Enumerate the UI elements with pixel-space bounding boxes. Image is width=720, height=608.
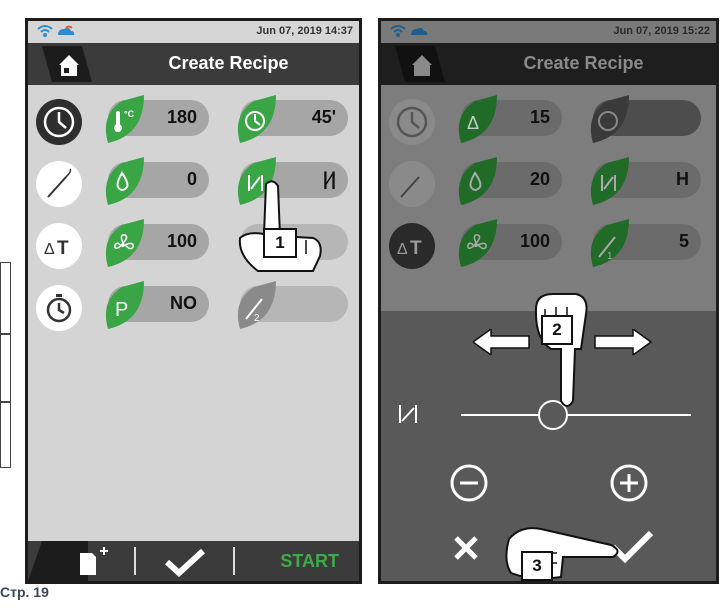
clock-mode-button[interactable] (36, 99, 82, 145)
delta-t-mode-button[interactable]: ΔT (36, 223, 82, 269)
home-icon[interactable] (42, 46, 92, 82)
plus-circle-icon[interactable] (609, 463, 649, 503)
humidity-pill[interactable]: 0 (105, 157, 209, 205)
fan-value: 100 (519, 231, 550, 251)
probe-icon (47, 168, 72, 198)
timer-value: 45' (311, 107, 336, 127)
svg-text:P: P (115, 299, 128, 321)
check-icon[interactable] (163, 547, 207, 577)
svg-text:Δ: Δ (467, 113, 479, 133)
svg-text:2: 2 (254, 313, 260, 324)
home-icon[interactable] (395, 46, 445, 82)
pointing-hand-icon (238, 180, 322, 272)
humidity-value: 20 (529, 169, 550, 189)
status-bar: Jun 07, 2019 15:22 (381, 21, 716, 43)
minus-circle-icon[interactable] (449, 463, 489, 503)
humidity-icon (458, 157, 497, 205)
clock-icon (43, 106, 75, 138)
callout-1: 1 (263, 228, 297, 258)
separator (233, 547, 235, 575)
datetime: Jun 07, 2019 14:37 (256, 25, 353, 37)
new-document-icon[interactable] (78, 547, 114, 577)
fan-icon (458, 219, 497, 267)
fan-pill[interactable]: 100 (105, 219, 209, 267)
svg-text:T: T (57, 238, 69, 259)
vent-icon (399, 405, 417, 423)
recipe-screen-left: Jun 07, 2019 14:37 Create Recipe °C 180 … (25, 18, 362, 584)
page-edge-tab (0, 402, 11, 468)
vent-value: H (676, 169, 689, 189)
probe-mode-button[interactable] (389, 161, 435, 207)
page-edge-tab (0, 262, 11, 334)
humidity-pill[interactable]: 20 (458, 157, 562, 205)
clock-icon (396, 106, 428, 138)
preheat-pill[interactable]: P NO (105, 281, 209, 329)
humidity-value: 0 (186, 169, 197, 189)
wifi-cloud-icon (390, 25, 428, 37)
timer-icon (237, 95, 276, 143)
thermometer-icon: °C (105, 95, 144, 143)
fan-pill[interactable]: 100 (458, 219, 562, 267)
title-bar: Create Recipe (381, 43, 716, 85)
arrow-left-icon (473, 329, 530, 355)
recipe-screen-right: Jun 07, 2019 15:22 Create Recipe Δ 15 20… (378, 18, 719, 584)
probe-2-icon: 2 (237, 281, 276, 329)
page-number: Стр. 19 (0, 584, 49, 600)
timer-pill[interactable] (590, 95, 701, 143)
delta-pill[interactable]: Δ 15 (458, 95, 562, 143)
datetime: Jun 07, 2019 15:22 (613, 25, 710, 37)
svg-text:Δ: Δ (44, 241, 55, 258)
probe-2-pill[interactable]: 2 (237, 281, 348, 329)
temperature-value: 180 (166, 107, 197, 127)
fan-icon (105, 219, 144, 267)
preheat-value: NO (170, 293, 197, 313)
callout-2: 2 (541, 315, 573, 345)
probe-1-icon: 1 (590, 219, 629, 267)
p-icon: P (105, 281, 144, 329)
probe-icon (400, 176, 420, 198)
probe-mode-button[interactable] (36, 161, 82, 207)
svg-text:1: 1 (607, 251, 613, 262)
bottom-bar: START (28, 541, 359, 581)
page-edge-tab (0, 334, 11, 402)
fan-value: 100 (166, 231, 197, 251)
vent-pill[interactable]: H (590, 157, 701, 205)
delta-value: 15 (529, 107, 550, 127)
page-title: Create Recipe (168, 53, 289, 73)
wifi-cloud-icon (37, 25, 75, 37)
arrow-right-icon (594, 329, 653, 355)
start-button[interactable]: START (280, 551, 339, 572)
temperature-pill[interactable]: °C 180 (105, 95, 209, 143)
clock-mode-button[interactable] (389, 99, 435, 145)
timer-pill[interactable]: 45' (237, 95, 348, 143)
probe-1-value: 5 (678, 231, 689, 251)
svg-text:T: T (410, 238, 422, 259)
page-title: Create Recipe (523, 53, 644, 73)
delta-icon: Δ (458, 95, 497, 143)
vent-icon (590, 157, 629, 205)
humidity-icon (105, 157, 144, 205)
stopwatch-icon (46, 294, 72, 323)
close-icon[interactable] (451, 533, 481, 563)
svg-text:°C: °C (124, 109, 135, 119)
delta-t-icon: ΔT (397, 238, 422, 259)
status-bar: Jun 07, 2019 14:37 (28, 21, 359, 43)
timer-icon (590, 95, 629, 143)
separator (134, 547, 136, 575)
svg-text:Δ: Δ (397, 241, 408, 258)
delta-t-icon: ΔT (44, 238, 69, 259)
pointing-hand-icon (534, 293, 588, 407)
callout-3: 3 (521, 551, 553, 581)
title-bar: Create Recipe (28, 43, 359, 85)
stopwatch-mode-button[interactable] (36, 285, 82, 331)
probe-1-pill[interactable]: 1 5 (590, 219, 701, 267)
delta-t-mode-button[interactable]: ΔT (389, 223, 435, 269)
